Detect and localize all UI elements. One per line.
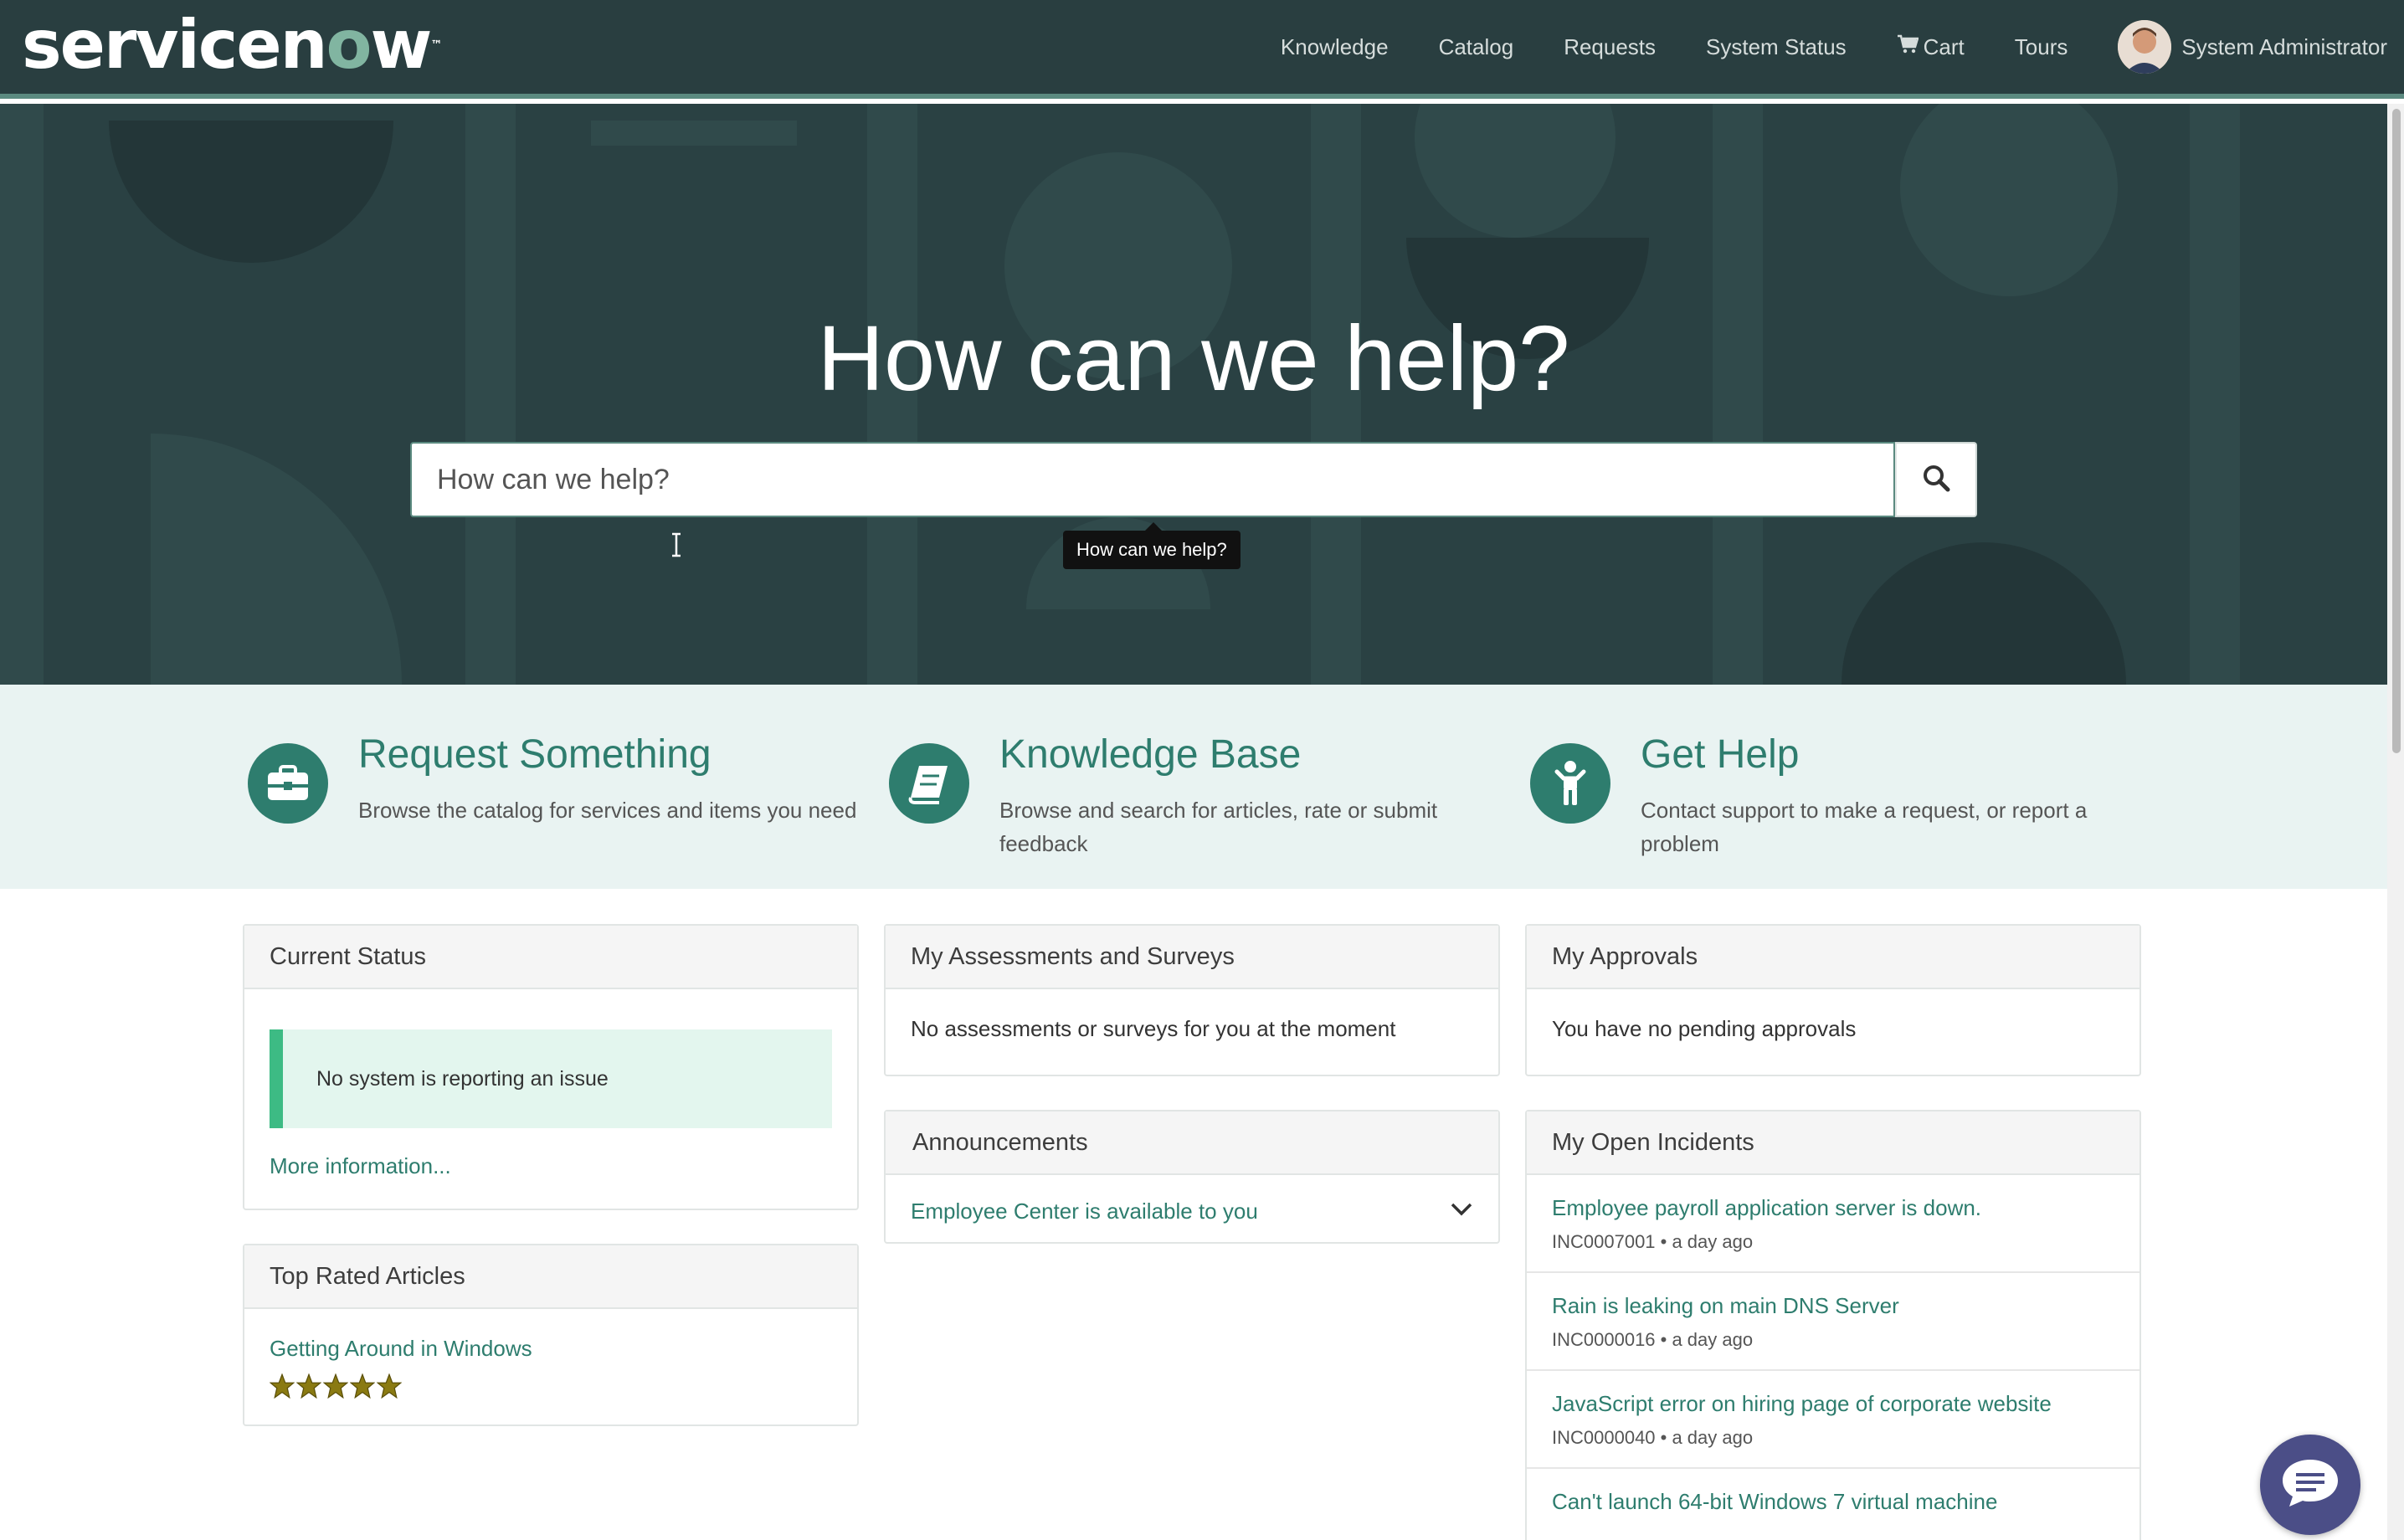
search-icon [1922,464,1950,496]
quick-link-title[interactable]: Get Help [1641,732,1799,778]
announcement-link[interactable]: Employee Center is available to you [911,1199,1258,1224]
more-information-link[interactable]: More information... [270,1153,832,1179]
incident-item[interactable]: Can't launch 64-bit Windows 7 virtual ma… [1527,1469,2139,1533]
cart-icon [1897,34,1924,60]
chat-bubble-icon [2279,1456,2341,1514]
nav-cart-label: Cart [1923,33,1965,59]
star-icon [270,1373,295,1399]
briefcase-icon [248,743,328,824]
widget-title: My Approvals [1527,926,2139,989]
chat-button[interactable] [2260,1435,2360,1535]
current-status-widget: Current Status No system is reporting an… [243,924,859,1210]
star-icon [296,1373,321,1399]
quick-link-desc: Browse the catalog for services and item… [358,798,857,823]
quick-link-title[interactable]: Knowledge Base [999,732,1301,778]
page-scrollbar[interactable] [2387,104,2404,1540]
nav-system-status[interactable]: System Status [1706,34,1847,60]
nav-cart[interactable]: Cart [1897,34,1965,60]
top-navbar: servicenow™ Knowledge Catalog Requests S… [0,0,2404,99]
search-button[interactable] [1895,442,1977,517]
incident-item[interactable]: Rain is leaking on main DNS Server INC00… [1527,1273,2139,1371]
star-icon [377,1373,402,1399]
hero-title: How can we help? [817,307,1570,410]
search-bar [410,442,1977,517]
avatar [2118,20,2172,74]
star-rating [270,1373,832,1399]
announcements-widget: Announcements Employee Center is availab… [884,1110,1500,1244]
search-input[interactable] [410,442,1895,517]
text-cursor-icon [672,532,681,557]
main-nav: Knowledge Catalog Requests System Status… [1230,0,2387,94]
incident-link[interactable]: Rain is leaking on main DNS Server [1552,1293,1899,1318]
chevron-down-icon[interactable] [1450,1202,1473,1221]
quick-link-desc: Browse and search for articles, rate or … [999,798,1438,856]
article-link[interactable]: Getting Around in Windows [270,1336,532,1361]
user-menu[interactable]: System Administrator [2118,20,2387,74]
incident-meta: INC0000016 • a day ago [1552,1329,1754,1350]
quick-link-title[interactable]: Request Something [358,732,711,778]
scrollbar-thumb[interactable] [2392,109,2401,753]
book-icon [889,743,969,824]
announcement-item[interactable]: Employee Center is available to you [886,1175,1498,1248]
nav-requests[interactable]: Requests [1564,34,1656,60]
widget-title: Top Rated Articles [244,1245,857,1309]
widget-title: My Assessments and Surveys [886,926,1498,989]
star-icon [323,1373,348,1399]
hero-banner: How can we help? How can we help? [0,104,2387,685]
incident-item[interactable]: JavaScript error on hiring page of corpo… [1527,1371,2139,1469]
quick-links-section: Request Something Browse the catalog for… [0,685,2387,889]
widget-title: Current Status [244,926,857,989]
status-message: No system is reporting an issue [270,1029,832,1128]
assessments-message: No assessments or surveys for you at the… [911,1016,1396,1041]
incident-link[interactable]: Can't launch 64-bit Windows 7 virtual ma… [1552,1489,1997,1514]
top-rated-articles-widget: Top Rated Articles Getting Around in Win… [243,1244,859,1426]
widget-title: My Open Incidents [1527,1111,2139,1175]
quick-link-desc: Contact support to make a request, or re… [1641,798,2088,856]
nav-catalog[interactable]: Catalog [1439,34,1514,60]
incident-item[interactable]: Employee payroll application server is d… [1527,1175,2139,1273]
star-icon [350,1373,375,1399]
user-name: System Administrator [2181,33,2387,59]
search-tooltip: How can we help? [1063,522,1241,569]
nav-knowledge[interactable]: Knowledge [1281,34,1389,60]
incident-meta: INC0000040 • a day ago [1552,1427,1754,1448]
approvals-message: You have no pending approvals [1552,1016,1857,1041]
person-help-icon [1530,743,1610,824]
open-incidents-widget: My Open Incidents Employee payroll appli… [1525,1110,2141,1540]
incident-link[interactable]: Employee payroll application server is d… [1552,1195,1981,1220]
nav-tours[interactable]: Tours [2015,34,2068,60]
assessments-widget: My Assessments and Surveys No assessment… [884,924,1500,1076]
incident-meta: INC0007001 • a day ago [1552,1231,1754,1252]
incident-link[interactable]: JavaScript error on hiring page of corpo… [1552,1391,2052,1416]
approvals-widget: My Approvals You have no pending approva… [1525,924,2141,1076]
servicenow-logo[interactable]: servicenow™ [22,12,442,79]
widget-title: Announcements [886,1111,1498,1175]
